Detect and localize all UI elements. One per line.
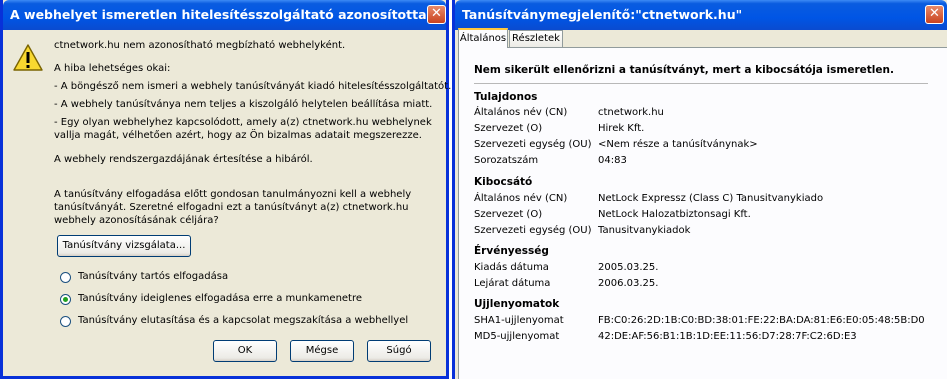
viewer-close-icon[interactable]: ✕ (925, 5, 944, 24)
owner-o-label: Szervezet (O) (474, 123, 543, 134)
ok-button[interactable]: OK (213, 340, 277, 362)
md5-value: 42:DE:AF:56:B1:1B:1D:EE:11:56:D7:28:7F:C… (598, 331, 857, 342)
reason-3-line-1: - Egy olyan webhelyhez kapcsolódott, ame… (54, 117, 432, 128)
owner-cn-value: ctnetwork.hu (598, 107, 664, 118)
cancel-button[interactable]: Mégse (290, 340, 354, 362)
radio-reject[interactable] (60, 316, 71, 327)
section-fingerprints-heading: Ujjlenyomatok (474, 298, 560, 310)
radio-accept-session[interactable] (60, 294, 71, 305)
reason-3-line-2: vallja magát, vélhetően azért, hogy az Ö… (54, 130, 422, 141)
reason-1: - A böngésző nem ismeri a webhely tanúsí… (54, 81, 452, 92)
warning-icon (13, 44, 43, 71)
warning-dialog-title: A webhelyet ismeretlen hitelesítésszolgá… (10, 7, 427, 22)
section-owner-heading: Tulajdonos (474, 91, 538, 103)
sha1-value: FB:C0:26:2D:1B:C0:BD:38:01:FE:22:BA:DA:8… (598, 315, 925, 326)
option-reject-label[interactable]: Tanúsítvány elutasítása és a kapcsolat m… (78, 315, 408, 326)
tab-details-label: Részletek (512, 33, 560, 44)
serial-label: Sorozatszám (474, 155, 539, 166)
owner-ou-label: Szervezeti egység (OU) (474, 139, 592, 150)
viewer-title: Tanúsítványmegjelenítő:"ctnetwork.hu" (462, 7, 743, 22)
owner-o-value: Hirek Kft. (598, 123, 645, 134)
reasons-heading: A hiba lehetséges okai: (54, 63, 171, 74)
expiry-date-value: 2006.03.25. (598, 278, 659, 289)
intro-text: ctnetwork.hu nem azonosítható megbízható… (54, 40, 346, 51)
expiry-date-label: Lejárat dátuma (474, 278, 551, 289)
status-separator (474, 83, 928, 84)
viewer-titlebar[interactable]: Tanúsítványmegjelenítő:"ctnetwork.hu" (455, 0, 947, 30)
owner-cn-label: Általános név (CN) (474, 107, 568, 118)
advice-line-3: webhely azonosításának céljára? (54, 215, 219, 226)
tab-general[interactable]: Általános (458, 28, 508, 48)
section-validity-heading: Érvényesség (474, 245, 549, 257)
issued-date-label: Kiadás dátuma (474, 262, 549, 273)
issuer-ou-label: Szervezeti egység (OU) (474, 225, 592, 236)
issuer-o-label: Szervezet (O) (474, 209, 543, 220)
advice-line-1: A tanúsítvány elfogadása előtt gondosan … (54, 189, 412, 200)
owner-ou-value: <Nem része a tanúsítványnak> (598, 139, 758, 150)
examine-certificate-button[interactable]: Tanúsítvány vizsgálata... (57, 235, 191, 257)
issued-date-value: 2005.03.25. (598, 262, 659, 273)
certificate-status-message: Nem sikerült ellenőrizni a tanúsítványt,… (474, 64, 894, 76)
close-icon[interactable]: ✕ (427, 5, 446, 24)
issuer-ou-value: Tanusitvanykiadok (598, 225, 691, 236)
issuer-cn-value: NetLock Expressz (Class C) Tanusitvanyki… (598, 193, 824, 204)
md5-label: MD5-ujjlenyomat (474, 331, 560, 342)
tab-details[interactable]: Részletek (509, 30, 563, 47)
help-button[interactable]: Súgó (367, 340, 431, 362)
issuer-cn-label: Általános név (CN) (474, 193, 568, 204)
notify-text: A webhely rendszergazdájának értesítése … (54, 154, 313, 165)
option-accept-permanently-label[interactable]: Tanúsítvány tartós elfogadása (78, 271, 228, 282)
section-issuer-heading: Kibocsátó (474, 176, 533, 188)
issuer-o-value: NetLock Halozatbiztonsagi Kft. (598, 209, 751, 220)
serial-value: 04:83 (598, 155, 627, 166)
advice-line-2: tanúsítványát. Szeretné elfogadni ezt a … (54, 202, 409, 213)
radio-accept-permanently[interactable] (60, 272, 71, 283)
certificate-warning-dialog: A webhelyet ismeretlen hitelesítésszolgá… (0, 0, 452, 379)
tab-general-label: Általános (459, 33, 507, 44)
option-accept-session-label[interactable]: Tanúsítvány ideiglenes elfogadása erre a… (78, 293, 362, 304)
warning-dialog-titlebar[interactable]: A webhelyet ismeretlen hitelesítésszolgá… (3, 0, 446, 30)
reason-2: - A webhely tanúsítványa nem teljes a ki… (54, 99, 433, 110)
sha1-label: SHA1-ujjlenyomat (474, 315, 564, 326)
